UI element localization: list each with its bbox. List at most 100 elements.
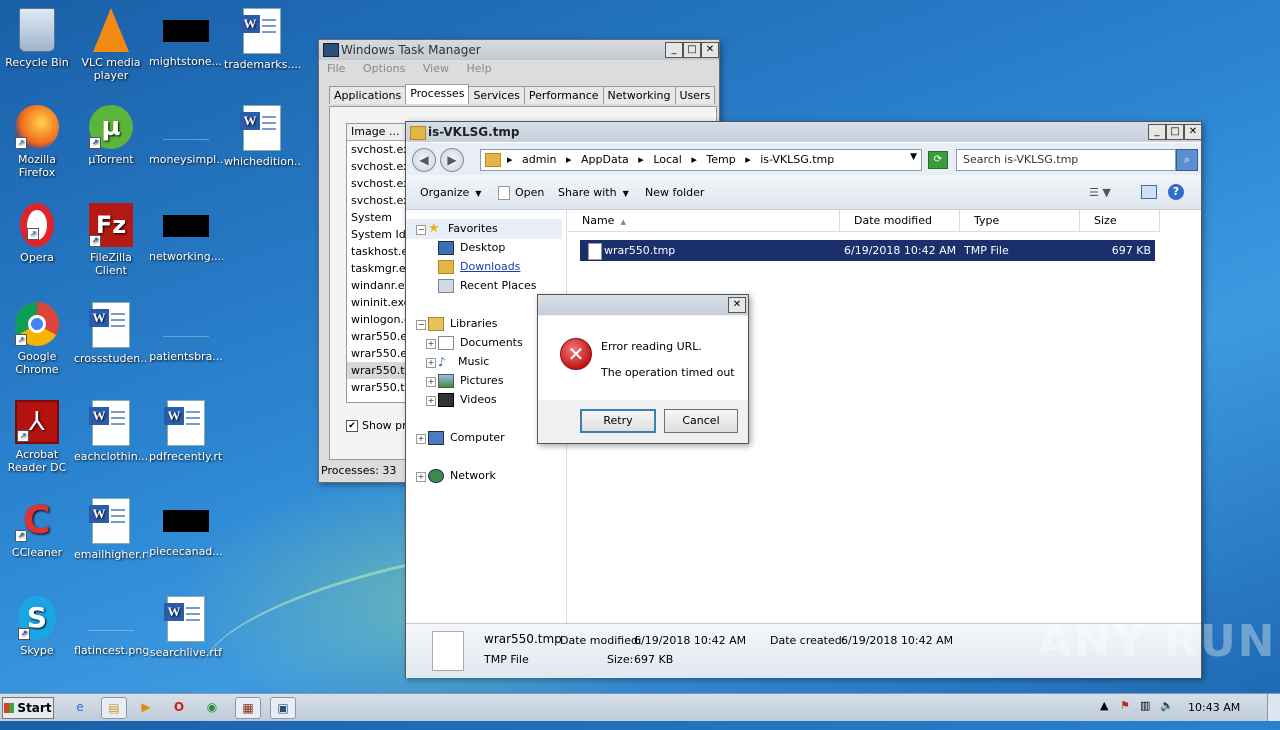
expand-icon[interactable]: +	[426, 396, 436, 406]
desktop-icon-vlc[interactable]: VLC media player	[74, 8, 148, 82]
share-with-button[interactable]: Share with ▼	[558, 186, 629, 199]
chevron-up-icon[interactable]: ▲	[1100, 699, 1108, 712]
desktop-icon-ccleaner[interactable]: C ↗ CCleaner	[0, 498, 74, 559]
column-type[interactable]: Type	[960, 210, 1080, 232]
nav-pictures[interactable]: Pictures	[438, 374, 504, 388]
breadcrumb-local[interactable]: Local	[653, 153, 682, 166]
tab-performance[interactable]: Performance	[523, 86, 604, 104]
breadcrumb-appdata[interactable]: AppData	[581, 153, 629, 166]
breadcrumb-temp[interactable]: Temp	[706, 153, 735, 166]
help-icon[interactable]: ?	[1168, 184, 1184, 200]
internet-explorer-icon[interactable]: e	[68, 697, 92, 717]
action-center-flag-icon[interactable]: ⚑	[1120, 699, 1130, 712]
address-bar[interactable]: ▸ admin ▸ AppData ▸ Local ▸ Temp ▸ is-VK…	[480, 149, 922, 171]
collapse-icon[interactable]: −	[416, 320, 426, 330]
menu-file[interactable]: File	[327, 62, 345, 75]
maximize-button[interactable]: □	[1166, 124, 1184, 140]
nav-recent-places[interactable]: Recent Places	[438, 279, 537, 293]
retry-button[interactable]: Retry	[580, 409, 656, 433]
collapse-icon[interactable]: −	[416, 225, 426, 235]
desktop-icon-patientsbra[interactable]: patientsbra...	[149, 302, 223, 363]
nav-computer[interactable]: Computer	[428, 431, 505, 445]
refresh-button[interactable]: ⟳	[928, 151, 948, 169]
nav-desktop[interactable]: Desktop	[438, 241, 505, 255]
chevron-down-icon[interactable]: ▼	[910, 152, 917, 162]
tab-processes[interactable]: Processes	[405, 84, 470, 104]
back-button[interactable]: ◀	[412, 148, 436, 172]
menu-view[interactable]: View	[423, 62, 449, 75]
maximize-button[interactable]: □	[683, 42, 701, 58]
close-button[interactable]: ✕	[1184, 124, 1202, 140]
show-processes-checkbox[interactable]: ✔ Show pro	[346, 419, 413, 432]
close-button[interactable]: ✕	[728, 297, 746, 313]
view-options-icon[interactable]: ☰ ▼	[1089, 186, 1111, 199]
organize-button[interactable]: Organize ▼	[420, 186, 481, 199]
nav-music[interactable]: ♪ Music	[438, 355, 489, 368]
minimize-button[interactable]: _	[665, 42, 683, 58]
network-tray-icon[interactable]: ▥	[1140, 699, 1150, 712]
desktop-icon-flatincest[interactable]: flatincest.png	[74, 596, 148, 657]
breadcrumb-admin[interactable]: admin	[522, 153, 556, 166]
desktop-icon-piececanad[interactable]: piececanad...	[149, 498, 223, 558]
expand-icon[interactable]: +	[426, 377, 436, 387]
expand-icon[interactable]: +	[426, 339, 436, 349]
tab-applications[interactable]: Applications	[329, 86, 407, 104]
column-name[interactable]: Name ▲	[568, 210, 840, 232]
error-dialog[interactable]: ✕ ✕ Error reading URL. The operation tim…	[537, 294, 749, 444]
desktop-icon-moneysimpl[interactable]: moneysimpl...	[149, 105, 223, 166]
task-manager-titlebar[interactable]: Windows Task Manager _ □ ✕	[319, 40, 719, 60]
show-desktop-button[interactable]	[1267, 694, 1280, 721]
desktop-icon-chrome[interactable]: ↗ Google Chrome	[0, 302, 74, 376]
desktop-icon-eachclothin[interactable]: W eachclothin...	[74, 400, 148, 463]
desktop-icon-pdfrecently[interactable]: W pdfrecently.rtf	[149, 400, 223, 463]
start-button[interactable]: Start	[2, 697, 54, 719]
forward-button[interactable]: ▶	[440, 148, 464, 172]
chrome-taskbar-icon[interactable]: ◉	[200, 697, 224, 717]
explorer-window[interactable]: is-VKLSG.tmp _ □ ✕ ◀ ▶ ▸ admin ▸ AppData…	[405, 121, 1202, 678]
file-explorer-icon[interactable]: ▤	[101, 697, 127, 719]
nav-favorites[interactable]: ★ Favorites	[428, 222, 498, 235]
desktop-icon-whichedition[interactable]: W whichedition....	[224, 105, 300, 168]
desktop-icon-trademarks[interactable]: W trademarks....	[224, 8, 300, 71]
expand-icon[interactable]: +	[416, 472, 426, 482]
media-player-icon[interactable]: ▶	[134, 697, 158, 717]
menu-help[interactable]: Help	[466, 62, 491, 75]
volume-icon[interactable]: 🔈	[1160, 699, 1174, 712]
breadcrumb-current[interactable]: is-VKLSG.tmp	[760, 153, 834, 166]
desktop-icon-opera[interactable]: ↗ Opera	[0, 203, 74, 264]
desktop-icon-filezilla[interactable]: Fz ↗ FileZilla Client	[74, 203, 148, 277]
cancel-button[interactable]: Cancel	[664, 409, 738, 433]
desktop-icon-mightstone[interactable]: mightstone....	[149, 8, 223, 68]
tab-users[interactable]: Users	[674, 86, 716, 104]
desktop-icon-searchlive[interactable]: W searchlive.rtf	[149, 596, 223, 659]
table-row[interactable]: wrar550.tmp 6/19/2018 10:42 AM TMP File …	[580, 240, 1155, 261]
nav-documents[interactable]: Documents	[438, 336, 523, 350]
column-date-modified[interactable]: Date modified	[840, 210, 960, 232]
menu-options[interactable]: Options	[363, 62, 405, 75]
tab-services[interactable]: Services	[468, 86, 525, 104]
clock[interactable]: 10:43 AM	[1188, 701, 1240, 714]
desktop-icon-acrobat[interactable]: ⅄ ↗ Acrobat Reader DC	[0, 400, 74, 474]
close-button[interactable]: ✕	[701, 42, 719, 58]
new-folder-button[interactable]: New folder	[645, 186, 704, 199]
desktop-icon-networking[interactable]: networking....	[149, 203, 223, 263]
nav-network[interactable]: Network	[428, 469, 496, 483]
preview-pane-icon[interactable]	[1141, 185, 1157, 199]
desktop-icon-utorrent[interactable]: µ ↗ µTorrent	[74, 105, 148, 166]
nav-libraries[interactable]: Libraries	[428, 317, 498, 331]
desktop-icon-emailhigher[interactable]: W emailhigher.rtf	[74, 498, 148, 561]
nav-downloads[interactable]: Downloads	[438, 260, 520, 274]
expand-icon[interactable]: +	[426, 358, 436, 368]
nav-videos[interactable]: Videos	[438, 393, 497, 407]
desktop-icon-crossstuden[interactable]: W crossstuden...	[74, 302, 148, 365]
search-input[interactable]: Search is-VKLSG.tmp	[956, 149, 1176, 171]
opera-taskbar-icon[interactable]: O	[167, 697, 191, 717]
desktop-icon-firefox[interactable]: ↗ Mozilla Firefox	[0, 105, 74, 179]
tab-networking[interactable]: Networking	[602, 86, 676, 104]
task-manager-taskbar-icon[interactable]: ▣	[270, 697, 296, 719]
open-button[interactable]: Open	[498, 186, 544, 200]
minimize-button[interactable]: _	[1148, 124, 1166, 140]
dialog-titlebar[interactable]: ✕	[538, 295, 748, 315]
winrar-installer-icon[interactable]: ▦	[235, 697, 261, 719]
expand-icon[interactable]: +	[416, 434, 426, 444]
